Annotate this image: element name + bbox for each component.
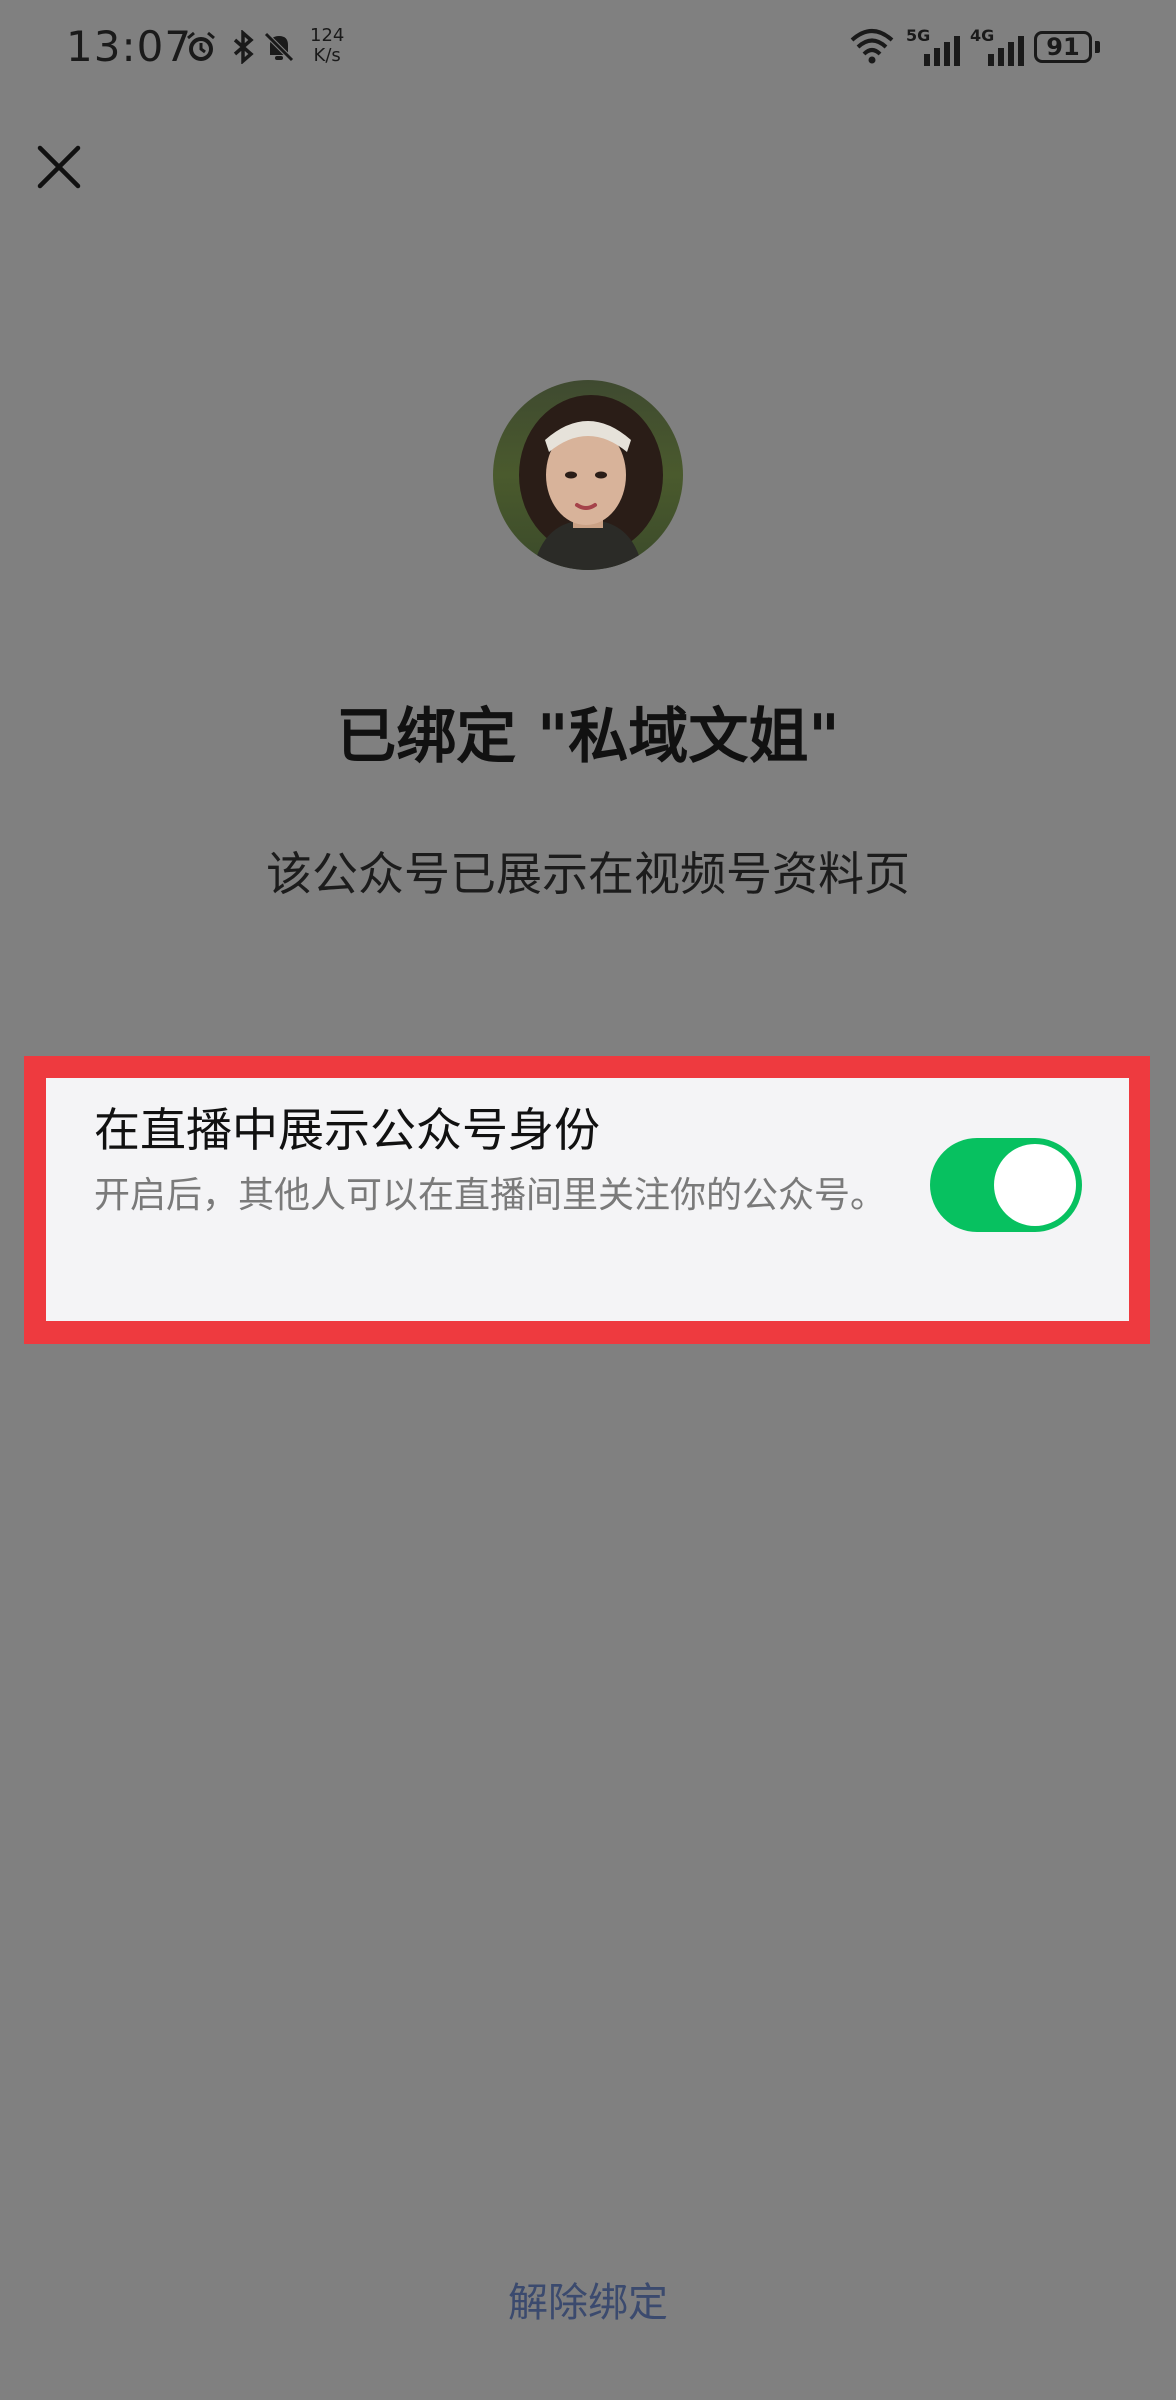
alarm-icon — [187, 31, 215, 61]
status-bar: 13:07 124 K/s 5G 4G 91 — [0, 0, 1176, 100]
setting-title: 在直播中展示公众号身份 — [94, 1103, 600, 1157]
signal-4g-icon: 4G — [970, 26, 1028, 66]
close-icon[interactable] — [32, 140, 86, 194]
show-identity-toggle[interactable] — [930, 1138, 1082, 1232]
page-subtitle: 该公众号已展示在视频号资料页 — [266, 847, 910, 901]
net-speed-unit: K/s — [313, 45, 341, 66]
net-speed: 124 K/s — [310, 26, 344, 66]
battery-tip — [1095, 41, 1100, 53]
status-time: 13:07 — [66, 22, 193, 71]
avatar — [493, 380, 683, 570]
battery-level: 91 — [1046, 33, 1080, 61]
battery-icon: 91 — [1034, 31, 1092, 63]
setting-description: 开启后，其他人可以在直播间里关注你的公众号。 — [94, 1175, 887, 1216]
mute-bell-icon — [264, 32, 294, 62]
setting-card: 在直播中展示公众号身份 开启后，其他人可以在直播间里关注你的公众号。 — [46, 1078, 1129, 1321]
signal-5g-icon: 5G — [906, 26, 964, 66]
unbind-button[interactable]: 解除绑定 — [0, 2270, 1176, 2328]
toggle-knob — [994, 1144, 1076, 1226]
bluetooth-icon — [233, 30, 254, 64]
net-speed-value: 124 — [310, 25, 345, 46]
page-title: 已绑定 "私域文姐" — [336, 702, 840, 772]
wifi-icon — [850, 29, 894, 64]
